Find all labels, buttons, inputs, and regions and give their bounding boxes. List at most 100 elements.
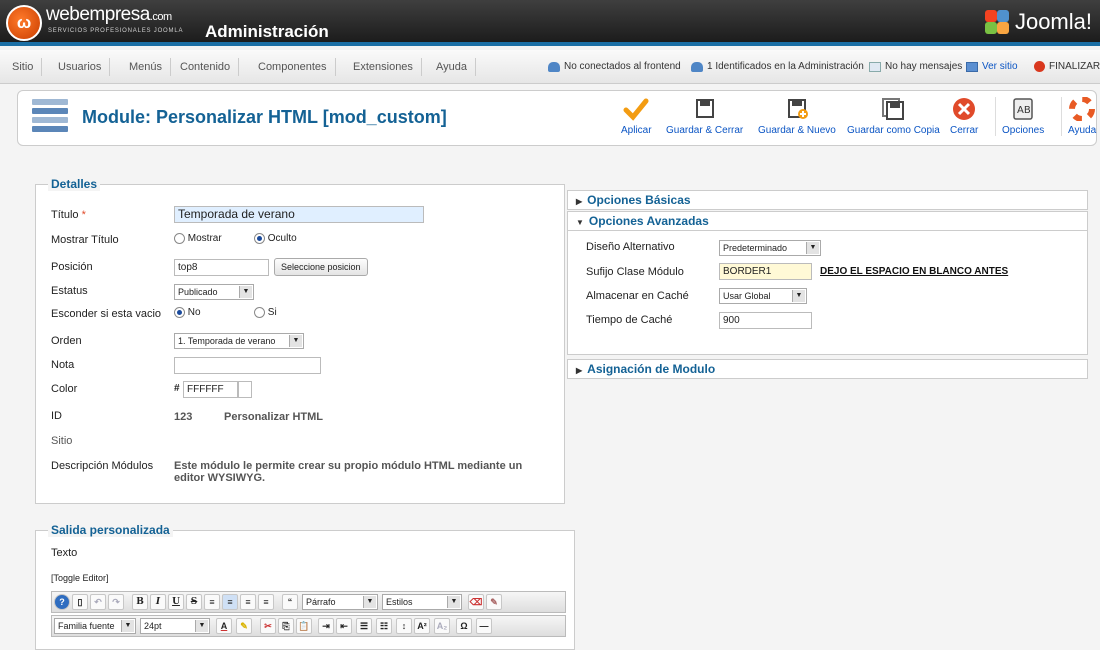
format-select[interactable]: Párrafo ▼ xyxy=(302,594,378,610)
cleanup-icon[interactable]: ✎ xyxy=(486,594,502,610)
order-label: Orden xyxy=(51,335,82,347)
hide-empty-si-radio[interactable]: Si xyxy=(254,307,277,318)
description-label: Descripción Módulos xyxy=(51,460,154,472)
align-left-icon[interactable]: ≡ xyxy=(222,594,238,610)
save-close-label[interactable]: Guardar & Cerrar xyxy=(666,125,743,136)
show-title-mostrar-radio[interactable]: Mostrar xyxy=(174,233,222,244)
view-site-text[interactable]: Ver sitio xyxy=(982,61,1018,72)
options-icon: AB xyxy=(1010,97,1036,121)
svg-text:AB: AB xyxy=(1017,105,1031,116)
ordered-list-icon[interactable]: ☰ xyxy=(356,618,372,634)
radio-no[interactable] xyxy=(174,307,185,318)
undo-icon[interactable]: ↶ xyxy=(90,594,106,610)
close-button[interactable]: Cerrar xyxy=(950,97,978,136)
save-new-icon xyxy=(784,97,810,121)
status-messages[interactable]: No hay mensajes xyxy=(869,61,962,72)
status-messages-text[interactable]: No hay mensajes xyxy=(885,61,962,72)
site-label: Sitio xyxy=(51,435,73,447)
color-input[interactable]: FFFFFF xyxy=(183,381,238,398)
title-label-text: Título xyxy=(51,209,79,221)
power-icon xyxy=(1034,61,1045,72)
chevron-down-icon: ▼ xyxy=(363,596,376,608)
basic-options-header[interactable]: ▶ Opciones Básicas xyxy=(567,190,1088,210)
align-right-icon[interactable]: ≡ xyxy=(258,594,274,610)
indent-icon[interactable]: ⇥ xyxy=(318,618,334,634)
toolbar: Module: Personalizar HTML [mod_custom] A… xyxy=(17,90,1097,146)
new-document-icon[interactable]: ▯ xyxy=(72,594,88,610)
font-family-select[interactable]: Familia fuente ▼ xyxy=(54,618,136,634)
highlight-icon[interactable]: ✎ xyxy=(236,618,252,634)
radio-oculto[interactable] xyxy=(254,233,265,244)
copy-icon[interactable]: ⎘ xyxy=(278,618,294,634)
italic-icon[interactable]: I xyxy=(150,594,166,610)
save-copy-button[interactable]: Guardar como Copia xyxy=(847,97,940,136)
blockquote-icon[interactable]: “ xyxy=(282,594,298,610)
sort-icon[interactable]: ↕ xyxy=(396,618,412,634)
logout-link[interactable]: FINALIZAR xyxy=(1034,61,1100,72)
save-copy-label[interactable]: Guardar como Copia xyxy=(847,125,940,136)
show-title-oculto-radio[interactable]: Oculto xyxy=(254,233,297,244)
text-color-icon[interactable]: A xyxy=(216,618,232,634)
menu-menus[interactable]: Menús xyxy=(121,58,172,76)
unordered-list-icon[interactable]: ☷ xyxy=(376,618,392,634)
menu-sitio[interactable]: Sitio xyxy=(4,58,43,76)
close-label[interactable]: Cerrar xyxy=(950,125,978,136)
save-new-label[interactable]: Guardar & Nuevo xyxy=(758,125,836,136)
subscript-icon[interactable]: A₂ xyxy=(434,618,450,634)
menu-extensiones[interactable]: Extensiones xyxy=(345,58,422,76)
status-select-value: Publicado xyxy=(178,287,218,297)
joomla-text: Joomla! xyxy=(1014,9,1092,34)
menu-usuarios[interactable]: Usuarios xyxy=(50,58,111,76)
chevron-down-icon: ▼ xyxy=(289,335,302,347)
position-input[interactable]: top8 xyxy=(174,259,269,276)
note-input[interactable] xyxy=(174,357,321,374)
menu-componentes[interactable]: Componentes xyxy=(250,58,336,76)
special-char-icon[interactable]: Ω xyxy=(456,618,472,634)
users-icon xyxy=(548,61,560,72)
color-swatch[interactable] xyxy=(238,381,252,398)
hide-empty-no-radio[interactable]: No xyxy=(174,307,201,318)
apply-button[interactable]: Aplicar xyxy=(621,97,652,136)
options-label[interactable]: Opciones xyxy=(1002,125,1044,136)
horizontal-rule-icon[interactable]: — xyxy=(476,618,492,634)
eraser-icon[interactable]: ⌫ xyxy=(468,594,484,610)
title-input[interactable]: Temporada de verano xyxy=(174,206,424,223)
styles-select[interactable]: Estilos ▼ xyxy=(382,594,462,610)
outdent-icon[interactable]: ⇤ xyxy=(336,618,352,634)
class-suffix-input[interactable]: BORDER1 xyxy=(719,263,812,280)
users-icon xyxy=(691,61,703,72)
superscript-icon[interactable]: A² xyxy=(414,618,430,634)
help-label[interactable]: Ayuda xyxy=(1068,125,1096,136)
advanced-options-header[interactable]: ▼ Opciones Avanzadas xyxy=(567,211,1088,231)
bold-icon[interactable]: B xyxy=(132,594,148,610)
alt-layout-select[interactable]: Predeterminado ▼ xyxy=(719,240,821,256)
radio-mostrar[interactable] xyxy=(174,233,185,244)
logout-text[interactable]: FINALIZAR xyxy=(1049,61,1100,72)
paste-icon[interactable]: 📋 xyxy=(296,618,312,634)
align-center-icon[interactable]: ≡ xyxy=(240,594,256,610)
menu-contenido[interactable]: Contenido xyxy=(172,58,240,76)
save-close-button[interactable]: Guardar & Cerrar xyxy=(666,97,743,136)
cache-select[interactable]: Usar Global ▼ xyxy=(719,288,807,304)
strikethrough-icon[interactable]: S xyxy=(186,594,202,610)
id-value: 123 xyxy=(174,411,193,423)
view-site-link[interactable]: Ver sitio xyxy=(966,61,1018,72)
module-assignment-header[interactable]: ▶ Asignación de Modulo xyxy=(567,359,1088,379)
radio-si[interactable] xyxy=(254,307,265,318)
options-button[interactable]: AB Opciones xyxy=(995,97,1044,136)
select-position-button[interactable]: Seleccione posicion xyxy=(274,258,368,276)
justify-icon[interactable]: ≡ xyxy=(204,594,220,610)
help-button[interactable]: Ayuda xyxy=(1061,96,1096,136)
menu-ayuda[interactable]: Ayuda xyxy=(428,58,476,76)
status-select[interactable]: Publicado ▼ xyxy=(174,284,254,300)
help-icon[interactable]: ? xyxy=(54,594,70,610)
cut-icon[interactable]: ✂ xyxy=(260,618,276,634)
toggle-editor-link[interactable]: [Toggle Editor] xyxy=(51,573,109,583)
underline-icon[interactable]: U xyxy=(168,594,184,610)
order-select[interactable]: 1. Temporada de verano ▼ xyxy=(174,333,304,349)
save-new-button[interactable]: Guardar & Nuevo xyxy=(758,97,836,136)
redo-icon[interactable]: ↷ xyxy=(108,594,124,610)
cache-time-input[interactable]: 900 xyxy=(719,312,812,329)
font-size-select[interactable]: 24pt ▼ xyxy=(140,618,210,634)
apply-label[interactable]: Aplicar xyxy=(621,125,652,136)
